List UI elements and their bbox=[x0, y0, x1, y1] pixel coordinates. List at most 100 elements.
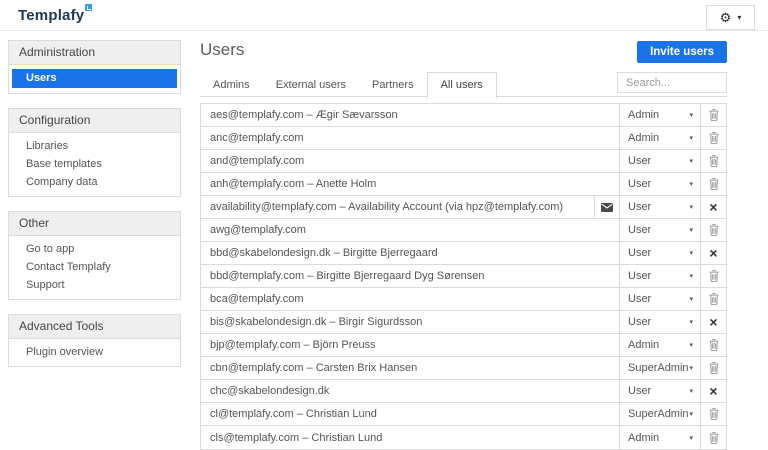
remove-user-cell: × bbox=[700, 196, 726, 218]
sidebar-section-title: Configuration bbox=[9, 109, 180, 133]
delete-user-cell bbox=[700, 219, 726, 241]
search-input[interactable] bbox=[617, 72, 727, 93]
delete-user-icon[interactable] bbox=[709, 224, 719, 236]
delete-user-icon[interactable] bbox=[709, 132, 719, 144]
role-value: User bbox=[628, 293, 652, 305]
role-value: User bbox=[628, 316, 652, 328]
role-select[interactable]: User ▾ bbox=[619, 196, 700, 218]
delete-user-icon[interactable] bbox=[709, 362, 719, 374]
remove-user-icon[interactable]: × bbox=[709, 200, 717, 214]
settings-menu-button[interactable]: ⚙ ▾ bbox=[706, 5, 755, 30]
role-select[interactable]: User ▾ bbox=[619, 265, 700, 287]
role-select[interactable]: User ▾ bbox=[619, 311, 700, 333]
chevron-down-icon: ▾ bbox=[689, 365, 693, 372]
delete-user-icon[interactable] bbox=[709, 155, 719, 167]
chevron-down-icon: ▾ bbox=[689, 135, 693, 142]
remove-user-cell: × bbox=[700, 242, 726, 264]
sidebar-section-items: Go to app Contact Templafy Support bbox=[9, 236, 180, 299]
sidebar-section-advanced-tools: Advanced Tools Plugin overview bbox=[8, 314, 181, 367]
user-email-cell: bis@skabelondesign.dk – Birgir Sigurdsso… bbox=[210, 316, 423, 328]
remove-user-icon[interactable]: × bbox=[709, 315, 717, 329]
role-select[interactable]: User ▾ bbox=[619, 219, 700, 241]
sidebar-section-other: Other Go to app Contact Templafy Support bbox=[8, 211, 181, 300]
invite-users-button[interactable]: Invite users bbox=[637, 41, 727, 63]
role-select[interactable]: User ▾ bbox=[619, 242, 700, 264]
chevron-down-icon: ▾ bbox=[689, 296, 693, 303]
remove-user-icon[interactable]: × bbox=[709, 384, 717, 398]
logo-badge-icon bbox=[85, 4, 93, 11]
role-select[interactable]: Admin ▾ bbox=[619, 104, 700, 126]
table-row: cbn@templafy.com – Carsten Brix Hansen Su… bbox=[201, 357, 726, 380]
role-select[interactable]: Admin ▾ bbox=[619, 334, 700, 356]
table-row: and@templafy.com User ▾ bbox=[201, 150, 726, 173]
delete-user-icon[interactable] bbox=[709, 270, 719, 282]
role-value: User bbox=[628, 247, 652, 259]
chevron-down-icon: ▾ bbox=[689, 204, 693, 211]
delete-user-icon[interactable] bbox=[709, 408, 719, 420]
main-content: Users Invite users Admins External users P… bbox=[200, 31, 727, 450]
delete-user-icon[interactable] bbox=[709, 339, 719, 351]
role-select[interactable]: User ▾ bbox=[619, 150, 700, 172]
role-select[interactable]: User ▾ bbox=[619, 173, 700, 195]
delete-user-icon[interactable] bbox=[709, 109, 719, 121]
sidebar-item-libraries[interactable]: Libraries bbox=[9, 137, 180, 155]
chevron-down-icon: ▾ bbox=[689, 273, 693, 280]
role-select[interactable]: User ▾ bbox=[619, 288, 700, 310]
role-value: User bbox=[628, 385, 652, 397]
chevron-down-icon: ▾ bbox=[689, 112, 693, 119]
user-email-cell: aes@templafy.com – Ægir Sævarsson bbox=[210, 109, 398, 121]
envelope-icon[interactable] bbox=[601, 202, 613, 212]
role-value: User bbox=[628, 201, 652, 213]
table-row: cl@templafy.com – Christian Lund SuperAdm… bbox=[201, 403, 726, 426]
role-value: SuperAdmin bbox=[628, 408, 689, 420]
user-email-cell: and@templafy.com bbox=[210, 155, 305, 167]
tab-partners[interactable]: Partners bbox=[359, 73, 427, 98]
role-value: User bbox=[628, 155, 652, 167]
remove-user-icon[interactable]: × bbox=[709, 246, 717, 260]
chevron-down-icon: ▾ bbox=[689, 388, 693, 395]
sidebar-section-items: Libraries Base templates Company data bbox=[9, 133, 180, 196]
chevron-down-icon: ▾ bbox=[689, 227, 693, 234]
delete-user-cell bbox=[700, 127, 726, 149]
sidebar-item-plugin-overview[interactable]: Plugin overview bbox=[9, 343, 180, 361]
user-email-cell: bca@templafy.com bbox=[210, 293, 304, 305]
role-select[interactable]: Admin ▾ bbox=[619, 426, 700, 449]
top-bar: Templafy ⚙ ▾ bbox=[0, 0, 768, 31]
sidebar-section-title: Administration bbox=[9, 41, 180, 65]
user-email-cell: availability@templafy.com – Availability… bbox=[210, 201, 564, 213]
delete-user-cell bbox=[700, 426, 726, 449]
chevron-down-icon: ▾ bbox=[689, 434, 693, 442]
sidebar-item-contact-templafy[interactable]: Contact Templafy bbox=[9, 258, 180, 276]
table-row: cls@templafy.com – Christian Lund Admin ▾ bbox=[201, 426, 726, 449]
role-value: User bbox=[628, 224, 652, 236]
user-email-cell: bbd@templafy.com – Birgitte Bjerregaard … bbox=[210, 270, 485, 282]
sidebar-item-users[interactable]: Users bbox=[12, 69, 177, 88]
role-select[interactable]: SuperAdmin ▾ bbox=[619, 403, 700, 425]
chevron-down-icon: ▾ bbox=[689, 411, 693, 418]
role-value: Admin bbox=[628, 132, 660, 144]
sidebar-section-items: Plugin overview bbox=[9, 339, 180, 366]
delete-user-icon[interactable] bbox=[709, 293, 719, 305]
delete-user-cell bbox=[700, 265, 726, 287]
tab-all-users[interactable]: All users bbox=[426, 72, 497, 99]
sidebar-item-go-to-app[interactable]: Go to app bbox=[9, 240, 180, 258]
sidebar-item-company-data[interactable]: Company data bbox=[9, 173, 180, 191]
table-row: bbd@skabelondesign.dk – Birgitte Bjerreg… bbox=[201, 242, 726, 265]
delete-user-cell bbox=[700, 104, 726, 126]
tab-admins[interactable]: Admins bbox=[200, 73, 263, 98]
sidebar-item-base-templates[interactable]: Base templates bbox=[9, 155, 180, 173]
role-value: Admin bbox=[628, 109, 660, 121]
sidebar: Administration Users Configuration Librarie… bbox=[8, 40, 181, 381]
impersonate-cell bbox=[594, 196, 619, 218]
user-email-cell: cbn@templafy.com – Carsten Brix Hansen bbox=[210, 362, 418, 374]
role-select[interactable]: Admin ▾ bbox=[619, 127, 700, 149]
role-select[interactable]: User ▾ bbox=[619, 380, 700, 402]
table-row: bjp@templafy.com – Björn Preuss Admin ▾ bbox=[201, 334, 726, 357]
sidebar-section-configuration: Configuration Libraries Base templates Comp… bbox=[8, 108, 181, 197]
delete-user-icon[interactable] bbox=[709, 431, 719, 444]
delete-user-icon[interactable] bbox=[709, 178, 719, 190]
role-select[interactable]: SuperAdmin ▾ bbox=[619, 357, 700, 379]
tab-external-users[interactable]: External users bbox=[263, 73, 359, 98]
sidebar-item-support[interactable]: Support bbox=[9, 276, 180, 294]
table-row: bbd@templafy.com – Birgitte Bjerregaard … bbox=[201, 265, 726, 288]
